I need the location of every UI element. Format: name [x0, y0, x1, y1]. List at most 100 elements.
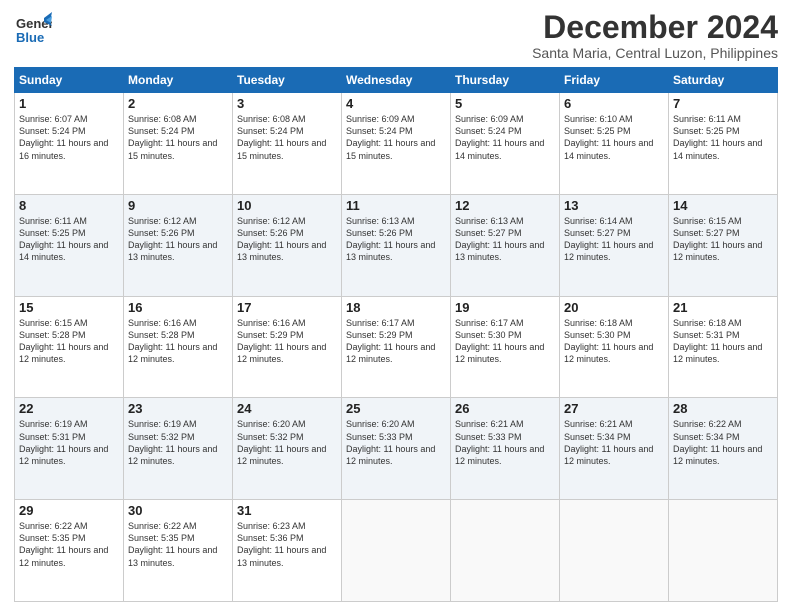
calendar-cell: 20Sunrise: 6:18 AMSunset: 5:30 PMDayligh… — [560, 296, 669, 398]
calendar-cell: 25 Sunrise: 6:20 AMSunset: 5:33 PMDayligh… — [342, 398, 451, 500]
calendar-cell — [451, 500, 560, 602]
col-sunday: Sunday — [15, 68, 124, 93]
calendar-cell: 9Sunrise: 6:12 AMSunset: 5:26 PMDaylight… — [124, 194, 233, 296]
calendar-body: 1Sunrise: 6:07 AMSunset: 5:24 PMDaylight… — [15, 93, 778, 602]
calendar-cell: 4Sunrise: 6:09 AMSunset: 5:24 PMDaylight… — [342, 93, 451, 195]
day-number: 22 — [19, 401, 119, 416]
day-number: 9 — [128, 198, 228, 213]
logo-icon: General Blue — [14, 10, 52, 53]
day-number: 19 — [455, 300, 555, 315]
col-monday: Monday — [124, 68, 233, 93]
day-number: 29 — [19, 503, 119, 518]
day-info: Sunrise: 6:20 AMSunset: 5:33 PMDaylight:… — [346, 418, 446, 467]
day-info: Sunrise: 6:17 AMSunset: 5:30 PMDaylight:… — [455, 317, 555, 366]
page: General Blue December 2024 Santa Maria, … — [0, 0, 792, 612]
day-number: 23 — [128, 401, 228, 416]
week-row-3: 15 Sunrise: 6:15 AMSunset: 5:28 PMDayligh… — [15, 296, 778, 398]
calendar-cell: 29Sunrise: 6:22 AMSunset: 5:35 PMDayligh… — [15, 500, 124, 602]
week-row-4: 22 Sunrise: 6:19 AMSunset: 5:31 PMDayligh… — [15, 398, 778, 500]
calendar-cell: 27Sunrise: 6:21 AMSunset: 5:34 PMDayligh… — [560, 398, 669, 500]
calendar-cell: 24Sunrise: 6:20 AMSunset: 5:32 PMDayligh… — [233, 398, 342, 500]
day-info: Sunrise: 6:16 AMSunset: 5:28 PMDaylight:… — [128, 317, 228, 366]
calendar-cell: 30Sunrise: 6:22 AMSunset: 5:35 PMDayligh… — [124, 500, 233, 602]
day-number: 10 — [237, 198, 337, 213]
calendar-cell: 26 Sunrise: 6:21 AMSunset: 5:33 PMDayligh… — [451, 398, 560, 500]
title-block: December 2024 Santa Maria, Central Luzon… — [532, 10, 778, 61]
day-info: Sunrise: 6:19 AMSunset: 5:31 PMDaylight:… — [19, 418, 119, 467]
day-number: 2 — [128, 96, 228, 111]
day-number: 27 — [564, 401, 664, 416]
day-number: 13 — [564, 198, 664, 213]
calendar-cell: 12 Sunrise: 6:13 AMSunset: 5:27 PMDayligh… — [451, 194, 560, 296]
day-info: Sunrise: 6:14 AMSunset: 5:27 PMDaylight:… — [564, 215, 664, 264]
calendar-cell — [669, 500, 778, 602]
day-number: 11 — [346, 198, 446, 213]
calendar-cell: 21 Sunrise: 6:18 AMSunset: 5:31 PMDayligh… — [669, 296, 778, 398]
day-number: 28 — [673, 401, 773, 416]
day-info: Sunrise: 6:08 AMSunset: 5:24 PMDaylight:… — [237, 113, 337, 162]
day-number: 16 — [128, 300, 228, 315]
month-year: December 2024 — [532, 10, 778, 45]
day-number: 14 — [673, 198, 773, 213]
day-number: 5 — [455, 96, 555, 111]
day-info: Sunrise: 6:18 AMSunset: 5:31 PMDaylight:… — [673, 317, 773, 366]
header-row: Sunday Monday Tuesday Wednesday Thursday… — [15, 68, 778, 93]
calendar-cell: 15 Sunrise: 6:15 AMSunset: 5:28 PMDayligh… — [15, 296, 124, 398]
day-info: Sunrise: 6:19 AMSunset: 5:32 PMDaylight:… — [128, 418, 228, 467]
day-info: Sunrise: 6:12 AMSunset: 5:26 PMDaylight:… — [237, 215, 337, 264]
day-info: Sunrise: 6:07 AMSunset: 5:24 PMDaylight:… — [19, 113, 119, 162]
day-number: 15 — [19, 300, 119, 315]
calendar-cell: 31 Sunrise: 6:23 AMSunset: 5:36 PMDayligh… — [233, 500, 342, 602]
calendar-cell — [560, 500, 669, 602]
day-info: Sunrise: 6:08 AMSunset: 5:24 PMDaylight:… — [128, 113, 228, 162]
calendar-cell: 17 Sunrise: 6:16 AMSunset: 5:29 PMDayligh… — [233, 296, 342, 398]
col-saturday: Saturday — [669, 68, 778, 93]
day-info: Sunrise: 6:16 AMSunset: 5:29 PMDaylight:… — [237, 317, 337, 366]
day-info: Sunrise: 6:20 AMSunset: 5:32 PMDaylight:… — [237, 418, 337, 467]
day-info: Sunrise: 6:13 AMSunset: 5:27 PMDaylight:… — [455, 215, 555, 264]
calendar-cell: 11 Sunrise: 6:13 AMSunset: 5:26 PMDayligh… — [342, 194, 451, 296]
day-number: 8 — [19, 198, 119, 213]
day-info: Sunrise: 6:09 AMSunset: 5:24 PMDaylight:… — [455, 113, 555, 162]
calendar-cell: 10 Sunrise: 6:12 AMSunset: 5:26 PMDayligh… — [233, 194, 342, 296]
day-number: 17 — [237, 300, 337, 315]
calendar-cell: 16 Sunrise: 6:16 AMSunset: 5:28 PMDayligh… — [124, 296, 233, 398]
calendar-cell: 7Sunrise: 6:11 AMSunset: 5:25 PMDaylight… — [669, 93, 778, 195]
col-wednesday: Wednesday — [342, 68, 451, 93]
calendar-cell: 13 Sunrise: 6:14 AMSunset: 5:27 PMDayligh… — [560, 194, 669, 296]
day-info: Sunrise: 6:11 AMSunset: 5:25 PMDaylight:… — [19, 215, 119, 264]
location: Santa Maria, Central Luzon, Philippines — [532, 45, 778, 61]
day-info: Sunrise: 6:23 AMSunset: 5:36 PMDaylight:… — [237, 520, 337, 569]
calendar-cell: 3Sunrise: 6:08 AMSunset: 5:24 PMDaylight… — [233, 93, 342, 195]
day-number: 12 — [455, 198, 555, 213]
calendar-cell: 18Sunrise: 6:17 AMSunset: 5:29 PMDayligh… — [342, 296, 451, 398]
calendar-cell: 19 Sunrise: 6:17 AMSunset: 5:30 PMDayligh… — [451, 296, 560, 398]
day-info: Sunrise: 6:21 AMSunset: 5:33 PMDaylight:… — [455, 418, 555, 467]
calendar-cell: 28 Sunrise: 6:22 AMSunset: 5:34 PMDayligh… — [669, 398, 778, 500]
calendar-cell: 14Sunrise: 6:15 AMSunset: 5:27 PMDayligh… — [669, 194, 778, 296]
day-number: 30 — [128, 503, 228, 518]
day-info: Sunrise: 6:15 AMSunset: 5:28 PMDaylight:… — [19, 317, 119, 366]
day-number: 25 — [346, 401, 446, 416]
week-row-5: 29Sunrise: 6:22 AMSunset: 5:35 PMDayligh… — [15, 500, 778, 602]
day-number: 26 — [455, 401, 555, 416]
week-row-1: 1Sunrise: 6:07 AMSunset: 5:24 PMDaylight… — [15, 93, 778, 195]
calendar-table: Sunday Monday Tuesday Wednesday Thursday… — [14, 67, 778, 602]
calendar-cell: 8 Sunrise: 6:11 AMSunset: 5:25 PMDaylight… — [15, 194, 124, 296]
day-number: 21 — [673, 300, 773, 315]
calendar-cell: 6 Sunrise: 6:10 AMSunset: 5:25 PMDaylight… — [560, 93, 669, 195]
day-info: Sunrise: 6:10 AMSunset: 5:25 PMDaylight:… — [564, 113, 664, 162]
header: General Blue December 2024 Santa Maria, … — [14, 10, 778, 61]
day-number: 4 — [346, 96, 446, 111]
day-number: 20 — [564, 300, 664, 315]
logo: General Blue — [14, 10, 52, 53]
week-row-2: 8 Sunrise: 6:11 AMSunset: 5:25 PMDaylight… — [15, 194, 778, 296]
day-info: Sunrise: 6:22 AMSunset: 5:34 PMDaylight:… — [673, 418, 773, 467]
day-number: 6 — [564, 96, 664, 111]
svg-text:Blue: Blue — [16, 30, 44, 45]
day-number: 7 — [673, 96, 773, 111]
calendar-cell: 2 Sunrise: 6:08 AMSunset: 5:24 PMDaylight… — [124, 93, 233, 195]
day-info: Sunrise: 6:13 AMSunset: 5:26 PMDaylight:… — [346, 215, 446, 264]
calendar-cell — [342, 500, 451, 602]
day-number: 31 — [237, 503, 337, 518]
